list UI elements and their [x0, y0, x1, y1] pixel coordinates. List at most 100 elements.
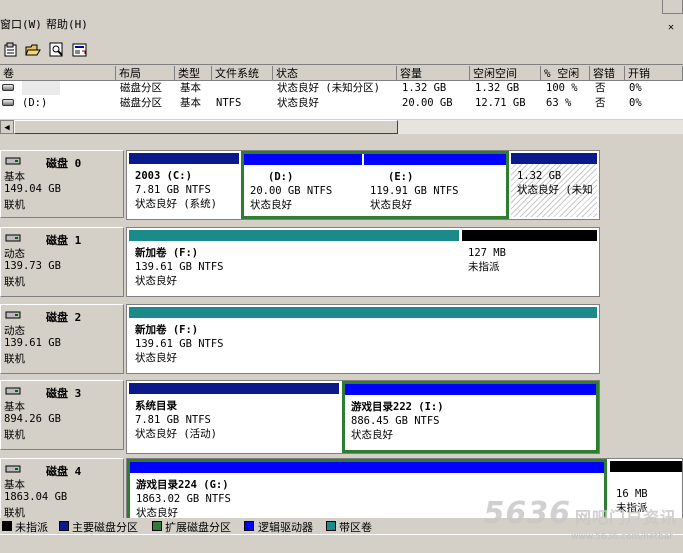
disk-type: 基本: [4, 401, 25, 413]
partition-bar: [130, 462, 604, 473]
partition-f[interactable]: 新加卷 (F:) 139.61 GB NTFS 状态良好: [129, 230, 459, 294]
find-icon[interactable]: [49, 42, 65, 58]
volume-layout: 磁盘分区: [120, 82, 162, 94]
disk-map: 磁盘 0 基本 149.04 GB 联机 2003 (C:) 7.81 GB NT…: [0, 138, 683, 518]
volume-layout: 磁盘分区: [120, 97, 162, 109]
menu-window[interactable]: 窗口(W): [0, 16, 42, 32]
disk-name: 磁盘 0: [46, 157, 82, 170]
watermark: 5636 网吧门户资讯: [483, 496, 677, 531]
partition-unknown[interactable]: 1.32 GB 状态良好 (未知: [511, 153, 597, 217]
disk-volume-icon: [2, 99, 14, 106]
partition-bar: [345, 384, 596, 395]
menu-bar: 窗口(W) 帮助(H) ✕: [0, 0, 683, 34]
disk-label-0[interactable]: 磁盘 0 基本 149.04 GB 联机: [0, 150, 124, 218]
legend-swatch-primary: [59, 521, 69, 531]
disk-label-4[interactable]: 磁盘 4 基本 1863.04 GB 联机: [0, 458, 124, 518]
disk-strip-2: 新加卷 (F:) 139.61 GB NTFS 状态良好: [126, 304, 600, 374]
partition-d[interactable]: (D:) 20.00 GB NTFS 状态良好: [244, 154, 362, 216]
disk-status: 联机: [4, 507, 25, 518]
partition-size: 7.81 GB NTFS: [135, 184, 211, 196]
partition-system[interactable]: 系统目录 7.81 GB NTFS 状态良好 (活动): [129, 383, 339, 451]
partition-title: (D:): [268, 171, 294, 183]
disk-status: 联机: [4, 276, 25, 288]
partition-bar: [129, 230, 459, 241]
volume-ft: 否: [595, 97, 606, 109]
volume-pct: 100 %: [546, 82, 578, 94]
partition-status: 状态良好: [135, 275, 177, 287]
partition-status: 状态良好: [135, 352, 177, 364]
legend-label: 逻辑驱动器: [258, 521, 313, 534]
partition-size: 139.61 GB NTFS: [135, 338, 224, 350]
partition-status: 未指派: [468, 261, 500, 273]
disk-size: 149.04 GB: [4, 183, 61, 195]
col-capacity[interactable]: 容量: [397, 66, 470, 81]
partition-size: 20.00 GB NTFS: [250, 185, 333, 197]
disk-type: 动态: [4, 325, 25, 337]
partition-bar: [129, 307, 597, 318]
disk-name: 磁盘 3: [46, 387, 82, 400]
partition-i[interactable]: 游戏目录222 (I:) 886.45 GB NTFS 状态良好: [342, 381, 599, 453]
partition-status: 状态良好 (活动): [135, 428, 217, 440]
col-layout[interactable]: 布局: [116, 66, 175, 81]
partition-size: 139.61 GB NTFS: [135, 261, 224, 273]
disk-size: 894.26 GB: [4, 413, 61, 425]
disk-label-1[interactable]: 磁盘 1 动态 139.73 GB 联机: [0, 227, 124, 297]
open-folder-icon[interactable]: [25, 42, 41, 58]
horizontal-scrollbar[interactable]: ◀: [0, 119, 683, 136]
volume-overhead: 0%: [629, 97, 642, 109]
hard-disk-icon: [5, 234, 21, 242]
col-filesystem[interactable]: 文件系统: [212, 66, 273, 81]
disk-size: 1863.04 GB: [4, 491, 68, 503]
partition-status: 状态良好 (未知: [517, 184, 593, 196]
disk-type: 基本: [4, 479, 25, 491]
col-pct-free[interactable]: % 空闲: [541, 66, 590, 81]
close-icon[interactable]: ✕: [668, 22, 680, 34]
col-fault-tolerance[interactable]: 容错: [590, 66, 625, 81]
toolbar: [0, 34, 683, 65]
window-control[interactable]: [662, 0, 683, 14]
scroll-left-icon[interactable]: ◀: [0, 120, 14, 134]
col-volume[interactable]: 卷: [0, 66, 116, 81]
volume-status: 状态良好 (未知分区): [277, 82, 380, 94]
volume-name: [22, 81, 60, 95]
disk-label-3[interactable]: 磁盘 3 基本 894.26 GB 联机: [0, 380, 124, 450]
disk-volume-icon: [2, 84, 14, 91]
col-status[interactable]: 状态: [273, 66, 397, 81]
partition-f-stripe[interactable]: 新加卷 (F:) 139.61 GB NTFS 状态良好: [129, 307, 597, 371]
unallocated-space[interactable]: 127 MB 未指派: [462, 230, 597, 294]
volume-status: 状态良好: [277, 97, 319, 109]
partition-size: 886.45 GB NTFS: [351, 415, 440, 427]
partition-bar: [244, 154, 362, 165]
col-overhead[interactable]: 开销: [625, 66, 683, 81]
partition-c[interactable]: 2003 (C:) 7.81 GB NTFS 状态良好 (系统): [129, 153, 239, 217]
legend-swatch-unallocated: [2, 521, 12, 531]
partition-status: 状态良好 (系统): [135, 198, 217, 210]
partition-bar: [129, 383, 339, 394]
partition-status: 状态良好: [351, 429, 393, 441]
menu-help[interactable]: 帮助(H): [46, 16, 88, 32]
disk-type: 基本: [4, 171, 25, 183]
volume-list: 卷 布局 类型 文件系统 状态 容量 空闲空间 % 空闲 容错 开销 磁盘分区 …: [0, 66, 683, 119]
volume-name: (D:): [22, 97, 48, 109]
partition-e[interactable]: (E:) 119.91 GB NTFS 状态良好: [364, 154, 506, 216]
partition-title: 新加卷 (F:): [135, 247, 199, 259]
refresh-icon[interactable]: [72, 42, 88, 58]
scroll-thumb[interactable]: [14, 120, 398, 134]
scroll-track[interactable]: [398, 120, 683, 134]
hard-disk-icon: [5, 387, 21, 395]
col-free[interactable]: 空闲空间: [470, 66, 541, 81]
legend-label: 未指派: [15, 521, 48, 534]
watermark-url: www.5636.com/netbar: [571, 532, 673, 542]
properties-icon[interactable]: [3, 42, 19, 58]
partition-status: 状态良好: [250, 199, 292, 211]
partition-status: 状态良好: [370, 199, 412, 211]
partition-title: 新加卷 (F:): [135, 324, 199, 336]
partition-title: (E:): [388, 171, 414, 183]
disk-strip-0: 2003 (C:) 7.81 GB NTFS 状态良好 (系统) (D:) 20.00…: [126, 150, 600, 220]
disk-status: 联机: [4, 429, 25, 441]
volume-overhead: 0%: [629, 82, 642, 94]
disk-label-2[interactable]: 磁盘 2 动态 139.61 GB 联机: [0, 304, 124, 374]
volume-free: 1.32 GB: [475, 82, 520, 94]
volume-capacity: 1.32 GB: [402, 82, 447, 94]
col-type[interactable]: 类型: [175, 66, 212, 81]
